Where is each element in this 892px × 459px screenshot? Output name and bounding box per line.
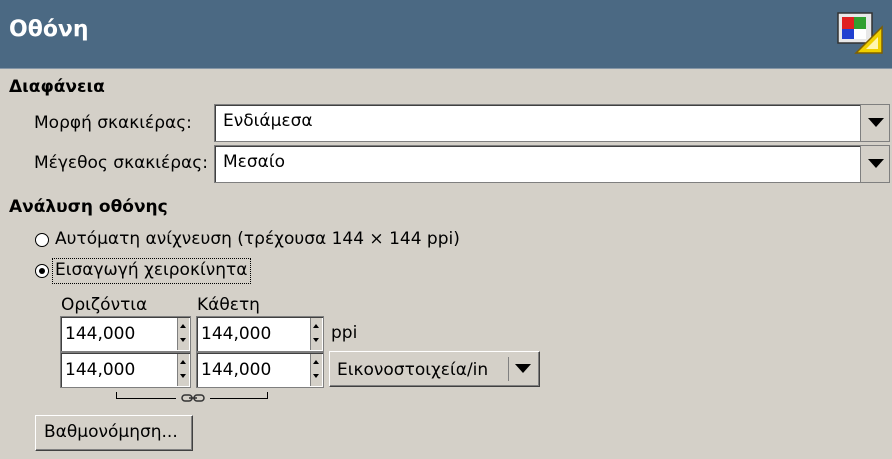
horizontal-label: Οριζόντια (61, 295, 148, 315)
spin-up-icon[interactable] (180, 360, 186, 364)
ppi-unit-label: ppi (331, 323, 358, 343)
spin-up-icon[interactable] (313, 324, 319, 328)
spin-buttons[interactable] (177, 354, 189, 386)
spin-down-icon[interactable] (180, 374, 186, 378)
spin-buttons[interactable] (177, 318, 189, 350)
spin-down-icon[interactable] (313, 338, 319, 342)
manual-radio[interactable] (35, 264, 49, 278)
vertical-resolution-value: 144,000 (201, 324, 272, 344)
horizontal-resolution-spin[interactable]: 144,000 (60, 316, 191, 352)
spin-down-icon[interactable] (180, 338, 186, 342)
check-size-value: Μεσαίο (223, 152, 285, 172)
chain-bracket (210, 398, 268, 399)
vertical-label: Κάθετη (197, 295, 260, 315)
spin-buttons[interactable] (310, 318, 322, 350)
display-icon (837, 12, 883, 54)
chain-bracket (116, 398, 176, 399)
vertical-resolution-spin[interactable]: 144,000 (196, 316, 324, 352)
check-size-label: Μέγεθος σκακιέρας: (34, 153, 208, 173)
horizontal-resolution-value: 144,000 (65, 324, 136, 344)
dialog-header: Οθόνη (0, 0, 892, 69)
auto-detect-label[interactable]: Αυτόματη ανίχνευση (τρέχουσα 144 × 144 p… (55, 229, 460, 249)
manual-label[interactable]: Εισαγωγή χειροκίνητα (55, 260, 247, 280)
check-style-value: Ενδιάμεσα (223, 111, 313, 131)
spin-up-icon[interactable] (313, 360, 319, 364)
unit-select[interactable]: Εικονοστοιχεία/in (329, 351, 540, 387)
auto-detect-radio[interactable] (35, 233, 49, 247)
chain-bracket (267, 392, 268, 398)
check-style-label: Μορφή σκακιέρας: (34, 113, 192, 133)
calibrate-button[interactable]: Βαθμονόμηση... (35, 415, 193, 451)
chevron-down-icon (515, 364, 531, 373)
check-size-select[interactable]: Μεσαίο (214, 145, 890, 183)
check-style-dropdown-button[interactable] (860, 105, 889, 141)
chevron-down-icon (868, 118, 884, 127)
horizontal-size-value: 144,000 (65, 360, 136, 380)
unit-select-divider (508, 357, 509, 381)
radio-selected-dot (39, 268, 45, 274)
transparency-section-title: Διαφάνεια (9, 77, 105, 97)
calibrate-button-label: Βαθμονόμηση... (44, 422, 178, 442)
page-title: Οθόνη (9, 17, 89, 42)
chevron-down-icon (868, 159, 884, 168)
check-size-dropdown-button[interactable] (860, 146, 889, 182)
check-style-select[interactable]: Ενδιάμεσα (214, 104, 890, 142)
vertical-size-spin[interactable]: 144,000 (196, 352, 324, 388)
chain-link-icon[interactable] (181, 393, 205, 403)
spin-buttons[interactable] (310, 354, 322, 386)
unit-select-value: Εικονοστοιχεία/in (337, 360, 489, 380)
spin-down-icon[interactable] (313, 374, 319, 378)
resolution-section-title: Ανάλυση οθόνης (9, 197, 168, 217)
spin-up-icon[interactable] (180, 324, 186, 328)
vertical-size-value: 144,000 (201, 360, 272, 380)
horizontal-size-spin[interactable]: 144,000 (60, 352, 191, 388)
